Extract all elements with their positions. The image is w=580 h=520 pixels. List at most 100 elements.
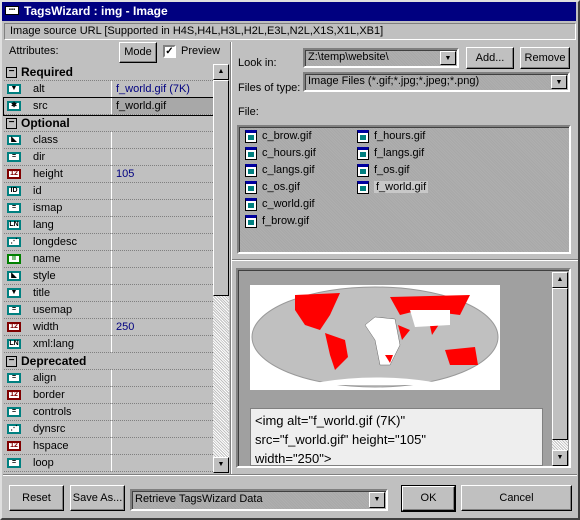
attribute-row[interactable]: ▼ title xyxy=(4,285,213,302)
attribute-value[interactable] xyxy=(111,251,213,267)
ok-button[interactable]: OK xyxy=(401,485,456,512)
lang-icon: LN xyxy=(7,220,21,230)
attribute-value[interactable] xyxy=(111,421,213,437)
action-combo[interactable]: Retrieve TagsWizard Data ▼ xyxy=(130,489,388,511)
attribute-row[interactable]: = controls xyxy=(4,404,213,421)
attribute-row[interactable]: 12 width 250 xyxy=(4,319,213,336)
group-header-required[interactable]: − Required xyxy=(4,64,213,81)
file-item[interactable]: f_os.gif xyxy=(355,162,409,179)
attribute-row[interactable]: 12 height 105 xyxy=(4,166,213,183)
attribute-value[interactable] xyxy=(111,438,213,454)
attribute-value[interactable] xyxy=(111,217,213,233)
cancel-button[interactable]: Cancel xyxy=(461,485,572,511)
attribute-value[interactable] xyxy=(111,455,213,471)
reset-button[interactable]: Reset xyxy=(9,485,64,511)
attribute-name: src xyxy=(33,100,48,112)
attribute-row[interactable]: LN xml:lang xyxy=(4,336,213,353)
dropdown-arrow-icon[interactable]: ▼ xyxy=(369,492,385,508)
dropdown-arrow-icon[interactable]: ▼ xyxy=(440,51,456,65)
attribute-name: ismap xyxy=(33,202,63,214)
attribute-value[interactable] xyxy=(111,336,213,352)
scroll-down-button[interactable]: ▼ xyxy=(552,450,568,466)
attribute-value[interactable] xyxy=(111,370,213,386)
preview-scrollbar[interactable]: ▲ ▼ xyxy=(552,272,568,466)
look-in-value: Z:\temp\website\ xyxy=(308,51,389,63)
file-list[interactable]: c_brow.gif c_hours.gif c_langs.gif c_os.gif… xyxy=(237,125,571,254)
file-item[interactable]: c_hours.gif xyxy=(243,145,316,162)
code-line: width="250"> xyxy=(255,451,332,466)
scroll-down-button[interactable]: ▼ xyxy=(213,457,229,473)
attribute-row[interactable]: ▼ alt f_world.gif (7K) xyxy=(4,81,213,98)
attribute-value[interactable] xyxy=(111,132,213,148)
attribute-row[interactable]: = align xyxy=(4,370,213,387)
attribute-row[interactable]: ◣ class xyxy=(4,132,213,149)
add-button[interactable]: Add... xyxy=(466,47,514,69)
gif-file-icon xyxy=(245,164,257,177)
scroll-up-button[interactable]: ▲ xyxy=(213,64,229,80)
attribute-row[interactable]: II name xyxy=(4,251,213,268)
attribute-value[interactable] xyxy=(111,183,213,199)
remove-button[interactable]: Remove xyxy=(520,47,570,69)
attribute-row[interactable]: 12 border xyxy=(4,387,213,404)
attribute-row[interactable]: 12 hspace xyxy=(4,438,213,455)
group-header-optional[interactable]: − Optional xyxy=(4,115,213,132)
list-icon: = xyxy=(7,152,21,162)
look-in-combo[interactable]: Z:\temp\website\ ▼ xyxy=(303,48,459,68)
group-label: Required xyxy=(21,65,74,79)
attribute-row[interactable]: = dir xyxy=(4,149,213,166)
file-item[interactable]: f_brow.gif xyxy=(243,213,309,230)
preview-checkbox[interactable]: ✓ xyxy=(163,45,176,58)
attribute-value[interactable] xyxy=(111,149,213,165)
url-icon: ⋰ xyxy=(7,237,21,247)
collapse-icon[interactable]: − xyxy=(6,67,17,78)
attribute-value[interactable] xyxy=(111,387,213,403)
scroll-thumb[interactable] xyxy=(552,288,568,440)
file-item[interactable]: f_world.gif xyxy=(355,179,429,196)
scroll-up-button[interactable]: ▲ xyxy=(552,272,568,288)
text-icon: ▼ xyxy=(7,288,21,298)
attribute-name: alt xyxy=(33,83,45,95)
mode-button[interactable]: Mode xyxy=(119,42,157,63)
attribute-name: dir xyxy=(33,151,46,163)
file-item[interactable]: c_brow.gif xyxy=(243,128,312,145)
attribute-row[interactable]: ⋰ dynsrc xyxy=(4,421,213,438)
attribute-row[interactable]: = ismap xyxy=(4,200,213,217)
preview-pane: <img alt="f_world.gif (7K)" src="f_world… xyxy=(236,268,571,468)
attribute-value[interactable]: f_world.gif (7K) xyxy=(111,81,213,97)
gif-file-icon xyxy=(357,181,369,194)
scroll-thumb[interactable] xyxy=(213,80,229,296)
collapse-icon[interactable]: − xyxy=(6,356,17,367)
dropdown-arrow-icon[interactable]: ▼ xyxy=(551,75,567,89)
file-item[interactable]: c_langs.gif xyxy=(243,162,315,179)
app-icon: ▪▪▪ xyxy=(5,6,19,15)
attribute-value[interactable]: 105 xyxy=(111,166,213,182)
file-item[interactable]: c_world.gif xyxy=(243,196,315,213)
attribute-row[interactable]: = loop xyxy=(4,455,213,472)
attribute-row[interactable]: = usemap xyxy=(4,302,213,319)
files-type-combo[interactable]: Image Files (*.gif;*.jpg;*.jpeg;*.png) ▼ xyxy=(303,72,570,92)
attribute-value[interactable]: 250 xyxy=(111,319,213,335)
save-as-button[interactable]: Save As... xyxy=(70,485,125,511)
attribute-value[interactable] xyxy=(111,268,213,284)
attribute-value[interactable] xyxy=(111,234,213,250)
attribute-name: style xyxy=(33,270,56,282)
attribute-value[interactable] xyxy=(111,285,213,301)
grid-scrollbar[interactable]: ▲ ▼ xyxy=(213,64,229,473)
attribute-row[interactable]: ◣ style xyxy=(4,268,213,285)
file-item[interactable]: f_hours.gif xyxy=(355,128,425,145)
attribute-row[interactable]: ✱ src f_world.gif xyxy=(3,97,214,116)
attribute-value[interactable]: f_world.gif xyxy=(111,98,213,114)
attribute-row[interactable]: LN lang xyxy=(4,217,213,234)
file-name: f_hours.gif xyxy=(374,130,426,142)
attribute-row[interactable]: ID id xyxy=(4,183,213,200)
number-icon: 12 xyxy=(7,441,21,451)
file-item[interactable]: f_langs.gif xyxy=(355,145,424,162)
file-name: c_brow.gif xyxy=(262,130,312,142)
collapse-icon[interactable]: − xyxy=(6,118,17,129)
file-item[interactable]: c_os.gif xyxy=(243,179,300,196)
attribute-value[interactable] xyxy=(111,404,213,420)
attribute-row[interactable]: ⋰ longdesc xyxy=(4,234,213,251)
group-header-deprecated[interactable]: − Deprecated xyxy=(4,353,213,370)
attribute-value[interactable] xyxy=(111,302,213,318)
attribute-value[interactable] xyxy=(111,200,213,216)
